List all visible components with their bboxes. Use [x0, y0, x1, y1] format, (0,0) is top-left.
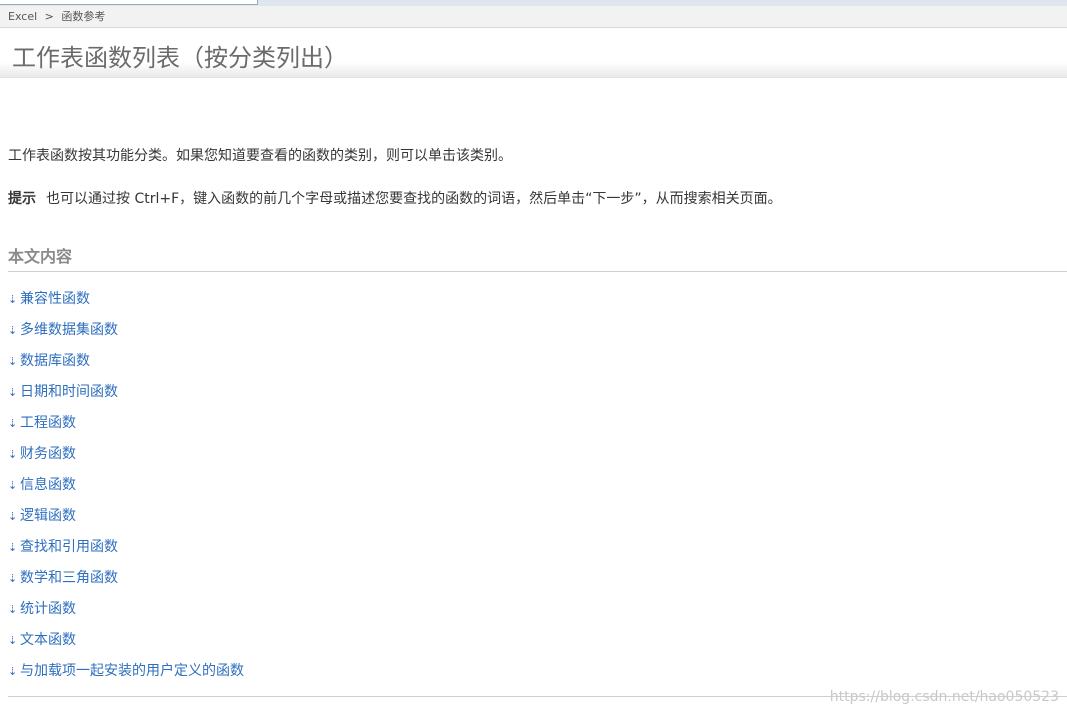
title-bar: 工作表函数列表（按分类列出）: [0, 28, 1067, 78]
toc-item[interactable]: ⇣ 逻辑函数: [8, 506, 244, 537]
toc-item[interactable]: ⇣ 兼容性函数: [8, 289, 244, 320]
tip-text: 也可以通过按 Ctrl+F，键入函数的前几个字母或描述您要查找的函数的词语，然后…: [46, 191, 782, 207]
toc-item[interactable]: ⇣ 与加载项一起安装的用户定义的函数: [8, 661, 244, 692]
breadcrumb: Excel > 函数参考: [0, 6, 1067, 28]
breadcrumb-separator: >: [44, 10, 54, 23]
breadcrumb-root-link[interactable]: Excel: [8, 10, 37, 23]
toc-item[interactable]: ⇣ 查找和引用函数: [8, 537, 244, 568]
toc-list: ⇣ 兼容性函数 ⇣ 多维数据集函数 ⇣ 数据库函数 ⇣ 日期和时间函数 ⇣ 工程函数 ⇣ 财…: [8, 289, 244, 692]
arrow-down-icon: ⇣: [8, 355, 18, 368]
arrow-down-icon: ⇣: [8, 510, 18, 523]
toc-link[interactable]: 兼容性函数: [20, 291, 90, 307]
toc-link[interactable]: 信息函数: [20, 477, 76, 493]
toc-item[interactable]: ⇣ 数学和三角函数: [8, 568, 244, 599]
arrow-down-icon: ⇣: [8, 417, 18, 430]
arrow-down-icon: ⇣: [8, 386, 18, 399]
toc-item[interactable]: ⇣ 文本函数: [8, 630, 244, 661]
arrow-down-icon: ⇣: [8, 324, 18, 337]
arrow-down-icon: ⇣: [8, 479, 18, 492]
toc-link[interactable]: 财务函数: [20, 446, 76, 462]
breadcrumb-current[interactable]: 函数参考: [61, 10, 105, 23]
toc-item[interactable]: ⇣ 统计函数: [8, 599, 244, 630]
toc-link[interactable]: 数据库函数: [20, 353, 90, 369]
toc-item[interactable]: ⇣ 财务函数: [8, 444, 244, 475]
arrow-down-icon: ⇣: [8, 541, 18, 554]
arrow-down-icon: ⇣: [8, 603, 18, 616]
toc-item[interactable]: ⇣ 日期和时间函数: [8, 382, 244, 413]
toc-link[interactable]: 日期和时间函数: [20, 384, 118, 400]
page-title: 工作表函数列表（按分类列出）: [12, 44, 348, 72]
arrow-down-icon: ⇣: [8, 448, 18, 461]
intro-text: 工作表函数按其功能分类。如果您知道要查看的函数的类别，则可以单击该类别。: [8, 148, 512, 164]
toc-link[interactable]: 统计函数: [20, 601, 76, 617]
toc-link[interactable]: 逻辑函数: [20, 508, 76, 524]
toc-item[interactable]: ⇣ 信息函数: [8, 475, 244, 506]
arrow-down-icon: ⇣: [8, 665, 18, 678]
toc-item[interactable]: ⇣ 工程函数: [8, 413, 244, 444]
watermark: https://blog.csdn.net/hao050523: [829, 689, 1059, 705]
arrow-down-icon: ⇣: [8, 634, 18, 647]
toc-item[interactable]: ⇣ 数据库函数: [8, 351, 244, 382]
toc-link[interactable]: 文本函数: [20, 632, 76, 648]
tip-paragraph: 提示 也可以通过按 Ctrl+F，键入函数的前几个字母或描述您要查找的函数的词语，…: [8, 188, 782, 208]
toc-link[interactable]: 数学和三角函数: [20, 570, 118, 586]
arrow-down-icon: ⇣: [8, 293, 18, 306]
arrow-down-icon: ⇣: [8, 572, 18, 585]
tip-label: 提示: [8, 191, 36, 207]
toc-link[interactable]: 与加载项一起安装的用户定义的函数: [20, 663, 244, 679]
section-divider: [8, 271, 1067, 272]
search-box[interactable]: [0, 0, 258, 5]
section-heading: 本文内容: [8, 247, 73, 266]
toc-link[interactable]: 查找和引用函数: [20, 539, 118, 555]
toc-item[interactable]: ⇣ 多维数据集函数: [8, 320, 244, 351]
toc-link[interactable]: 多维数据集函数: [20, 322, 118, 338]
toc-link[interactable]: 工程函数: [20, 415, 76, 431]
